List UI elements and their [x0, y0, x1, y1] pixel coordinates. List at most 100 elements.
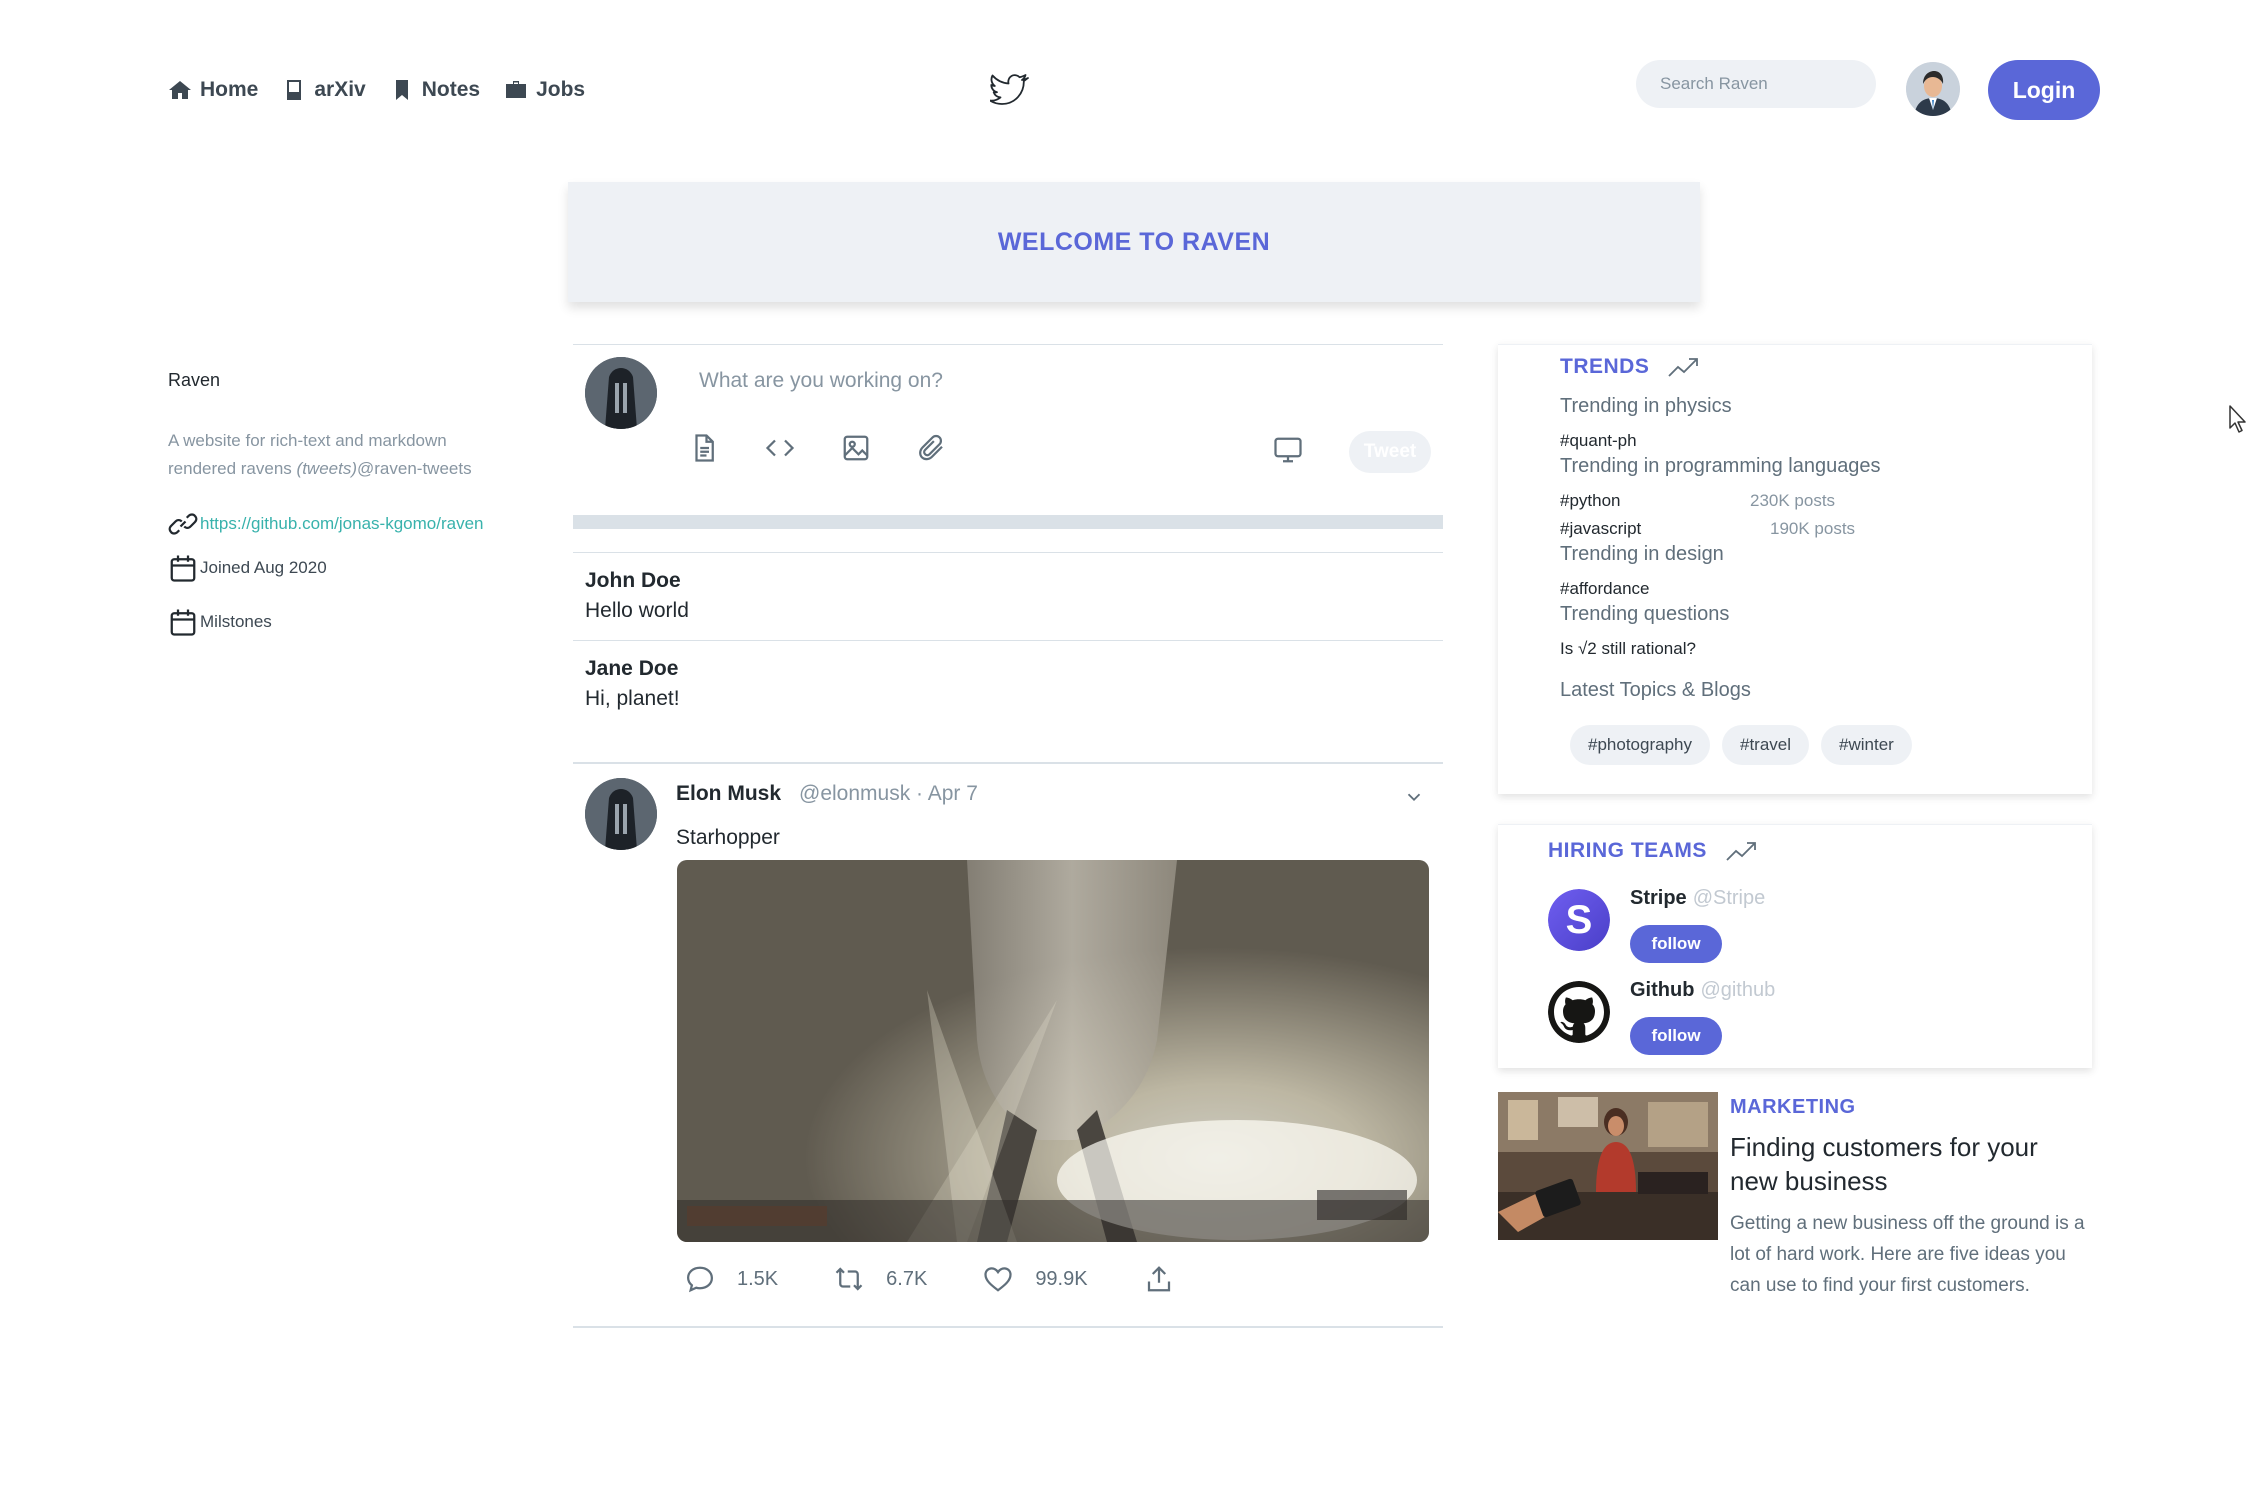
feed-column: What are you working on? Tweet John Doe …: [573, 344, 1443, 1328]
monitor-icon[interactable]: [1273, 435, 1303, 465]
retweet-icon: [835, 1267, 863, 1291]
composer-divider: [573, 515, 1443, 529]
trend-category[interactable]: Trending in design: [1560, 543, 2060, 571]
login-button[interactable]: Login: [1988, 60, 2100, 120]
nav-notes[interactable]: Notes: [390, 78, 480, 102]
article-thumbnail[interactable]: [1498, 1092, 1718, 1240]
list-item[interactable]: John Doe Hello world: [573, 552, 1443, 640]
trend-category[interactable]: Trending in physics: [1560, 395, 2060, 423]
topic-chip[interactable]: #travel: [1721, 725, 1810, 765]
company-stripe: S Stripe @Stripe follow: [1548, 881, 2048, 963]
company-name-text: Stripe: [1630, 887, 1687, 909]
follow-button[interactable]: follow: [1630, 1017, 1722, 1055]
trend-category[interactable]: Trending questions: [1560, 603, 2060, 631]
tweet-header: Elon Musk @elonmusk · Apr 7: [676, 782, 978, 806]
tweet-text: Starhopper: [676, 826, 780, 849]
chevron-down-icon[interactable]: [1403, 786, 1425, 808]
tweet-avatar[interactable]: [585, 778, 657, 850]
profile-description: A website for rich-text and markdown ren…: [168, 427, 508, 483]
list-item[interactable]: Jane Doe Hi, planet!: [573, 640, 1443, 728]
marketing-article[interactable]: MARKETING Finding customers for your new…: [1498, 1092, 2092, 1342]
post-list: John Doe Hello world Jane Doe Hi, planet…: [573, 552, 1443, 728]
welcome-title: WELCOME TO RAVEN: [997, 227, 1271, 256]
trend-item[interactable]: #affordance: [1560, 575, 2060, 603]
heart-icon: [984, 1267, 1012, 1292]
hiring-title: HIRING TEAMS: [1548, 839, 1707, 862]
briefcase-icon: [506, 81, 527, 98]
reply-action[interactable]: 1.5K: [685, 1264, 778, 1294]
composer-avatar-image: [585, 357, 657, 429]
hiring-teams-card: HIRING TEAMS S Stripe @Stripe follow Gith…: [1498, 824, 2092, 1068]
trend-count: 190K posts: [1770, 519, 1856, 538]
like-action[interactable]: 99.9K: [983, 1264, 1088, 1294]
trend-category[interactable]: Trending in programming languages: [1560, 455, 2060, 483]
trend-tag: #javascript: [1560, 519, 1642, 538]
attachment-icon[interactable]: [917, 433, 947, 463]
welcome-banner: WELCOME TO RAVEN: [568, 182, 1700, 302]
code-icon[interactable]: [765, 433, 795, 463]
share-action[interactable]: [1144, 1264, 1174, 1294]
bird-logo-icon[interactable]: [990, 72, 1030, 108]
company-github: Github @github follow: [1548, 973, 2048, 1055]
company-name: Github @github: [1630, 979, 1775, 1002]
profile-handle: @raven-tweets: [357, 459, 472, 478]
company-name-text: Github: [1630, 979, 1695, 1001]
trend-tag: Is √2 still rational?: [1560, 639, 1696, 658]
mouse-cursor-icon: [2229, 405, 2246, 433]
trend-item[interactable]: #quant-ph: [1560, 427, 2060, 455]
profile-link[interactable]: https://github.com/jonas-kgomo/raven: [200, 514, 483, 534]
nav-links: Home arXiv Notes Jobs: [168, 78, 585, 102]
trend-item[interactable]: #python 230K posts: [1560, 487, 2060, 515]
trend-item[interactable]: Is √2 still rational?: [1560, 635, 2060, 663]
user-avatar-image: [1906, 62, 1960, 116]
profile-milestones-row[interactable]: Milstones: [168, 607, 528, 637]
search-input[interactable]: [1636, 60, 1876, 108]
company-name: Stripe @Stripe: [1630, 887, 1765, 910]
topic-chip[interactable]: #photography: [1570, 725, 1710, 765]
follow-button[interactable]: follow: [1630, 925, 1722, 963]
article-kicker: MARKETING: [1730, 1096, 1856, 1118]
article-description: Getting a new business off the ground is…: [1730, 1213, 2085, 1296]
nav-arxiv[interactable]: arXiv: [282, 78, 366, 102]
like-count: 99.9K: [1035, 1267, 1088, 1290]
tweet-actions: 1.5K 6.7K 99.9K: [685, 1264, 1230, 1294]
nav-jobs[interactable]: Jobs: [504, 78, 585, 102]
post-text: Hello world: [585, 599, 689, 622]
nav-home[interactable]: Home: [168, 78, 258, 102]
composer-input[interactable]: What are you working on?: [699, 369, 943, 393]
user-avatar[interactable]: [1906, 62, 1960, 116]
cafe-photo: [1498, 1092, 1718, 1240]
bookmark-icon: [395, 80, 408, 100]
image-icon[interactable]: [841, 433, 871, 463]
composer-tools: [689, 433, 947, 463]
profile-joined: Joined Aug 2020: [200, 558, 327, 577]
stripe-logo-icon[interactable]: S: [1548, 889, 1610, 951]
retweet-action[interactable]: 6.7K: [834, 1264, 927, 1294]
nav-home-label: Home: [200, 78, 259, 101]
profile-description-em: (tweets): [296, 459, 357, 478]
profile-link-row: https://github.com/jonas-kgomo/raven: [168, 509, 528, 539]
reply-count: 1.5K: [737, 1267, 779, 1290]
trends-title: TRENDS: [1560, 355, 1650, 378]
post-author: Jane Doe: [585, 657, 679, 680]
latest-topics-label: Latest Topics & Blogs: [1560, 679, 1751, 701]
trends-card: TRENDS Trending in physics #quant-ph Tre…: [1498, 344, 2092, 794]
tweet-image[interactable]: [677, 860, 1429, 1242]
tweet-button[interactable]: Tweet: [1349, 431, 1431, 473]
nav-jobs-label: Jobs: [536, 78, 586, 101]
topic-chip[interactable]: #winter: [1821, 725, 1912, 765]
svg-text:S: S: [1566, 898, 1593, 942]
document-icon[interactable]: [689, 433, 719, 463]
profile-joined-row: Joined Aug 2020: [168, 553, 528, 583]
trend-item[interactable]: #javascript 190K posts: [1560, 515, 2060, 543]
post-author: John Doe: [585, 569, 681, 592]
nav-notes-label: Notes: [421, 78, 481, 101]
calendar-icon: [170, 555, 196, 582]
home-icon: [169, 81, 191, 99]
trends-header: TRENDS: [1560, 355, 1699, 379]
link-icon: [168, 513, 198, 535]
tweet-author[interactable]: Elon Musk: [676, 782, 781, 806]
article-headline[interactable]: Finding customers for your new business: [1730, 1130, 2090, 1198]
github-logo-icon[interactable]: [1548, 981, 1610, 1043]
trend-list: Trending in physics #quant-ph Trending i…: [1560, 395, 2060, 663]
